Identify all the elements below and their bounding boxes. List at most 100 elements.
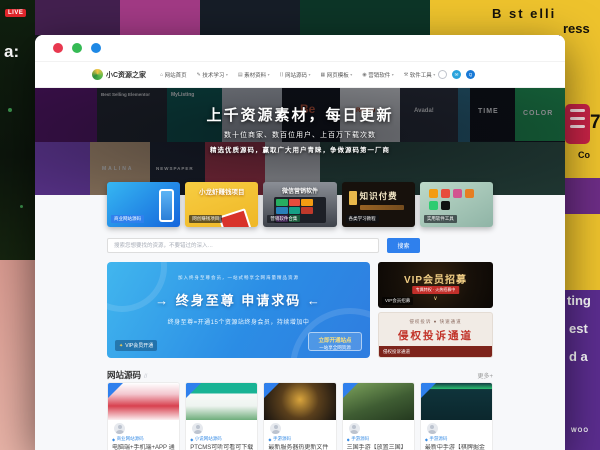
banner-card-software-tools[interactable]: 实用软件工具 [420, 182, 493, 227]
nav-item-marketing[interactable]: ◉ 营销软件 ▾ [362, 71, 393, 79]
bg-collage-right-bottom [560, 290, 600, 450]
product-title[interactable]: 最新中手游【棋牌掘金HS】战神VM版一键端配置版+GM后台 [425, 444, 488, 450]
hero-text-block: 上千资源素材，每日更新 数十位商家、数百位用户、上百万下载次数 精选优质源码，赢… [35, 104, 565, 154]
banner-card-knowledge-pay[interactable]: 知识付费 各类学习教程 [342, 182, 415, 227]
bg-collage-top [300, 0, 430, 35]
product-card[interactable]: ◆ 小说网站源码 PTCMS可听可看可下载的小说站源码 带自动采集和搭建视频教程 [185, 382, 258, 450]
vip-open-badge[interactable]: ✦ VIP会员开通 [115, 340, 157, 351]
product-card[interactable]: ◆ 手游源码 三国手游【放置三国】掘金系列一键端玩版合集+GM后台+架设教程 [342, 382, 415, 450]
search-button[interactable]: 搜索 [387, 238, 420, 253]
home-icon: ⌂ [160, 72, 163, 78]
nav-item-home[interactable]: ⌂ 网站首页 [160, 71, 187, 79]
product-card[interactable]: ◆ 手游源码 最新服务器热更新文件_游戏源码下载_保姆级搭建教程 [263, 382, 336, 450]
banner-label: 实用软件工具 [424, 215, 457, 223]
corner-ribbon-icon [108, 383, 123, 398]
bg-glow-dot [20, 205, 23, 208]
bg-collage-left [0, 0, 35, 260]
section-title: 网站源码 [107, 369, 141, 381]
document-icon: ▤ [238, 72, 243, 78]
product-card[interactable]: ◆ 手游源码 最新中手游【棋牌掘金HS】战神VM版一键端配置版+GM后台 [420, 382, 493, 450]
window-minimize-button[interactable] [72, 43, 82, 53]
chevron-down-icon: ▾ [309, 72, 311, 77]
nav-item-templates[interactable]: ▦ 网页模板 ▾ [321, 71, 353, 79]
target-icon: ◉ [362, 72, 366, 78]
window-close-button[interactable] [53, 43, 63, 53]
bg-text-fragment: ress [563, 21, 590, 36]
avatar [270, 423, 281, 434]
product-title[interactable]: 三国手游【放置三国】掘金系列一键端玩版合集+GM后台+架设教程 [347, 444, 410, 450]
product-category[interactable]: ◆ 手游源码 [268, 436, 331, 442]
hero-tagline: 精选优质源码，赢取广大用户青睐，争做源码第一厂商 [35, 144, 565, 154]
window-maximize-button[interactable] [91, 43, 101, 53]
complaint-card-top-text: 侵权投诉 ● 快速通道 [379, 319, 492, 325]
site-navbar: 小C资源之家 ⌂ 网站首页 ✎ 技术学习 ▾ ▤ 素材资料 ▾ ⟨⟩ 网站源码 … [35, 62, 565, 88]
pencil-icon: ✎ [197, 72, 201, 78]
chevron-down-icon: ▾ [392, 72, 394, 77]
diamond-icon: ◆ [112, 437, 115, 442]
product-category[interactable]: ◆ 手游源码 [425, 436, 488, 442]
chevron-down-icon: ▾ [350, 72, 352, 77]
chevron-down-icon: ▾ [433, 72, 435, 77]
banner-graphic [219, 208, 252, 227]
vip-recruit-card[interactable]: VIP会员招募 专属特权 · 火热招募中 ∨ VIP会员招募 [378, 262, 493, 308]
sparkle-icon: ✦ [119, 343, 123, 349]
section-more-link[interactable]: 更多+ [477, 371, 493, 380]
banner-title: 微信营销软件 [263, 186, 336, 195]
search-input[interactable] [107, 238, 379, 253]
banner-card-wechat-marketing[interactable]: 微信营销软件 营销软件合集 [263, 182, 336, 227]
bg-text-fragment: ting [567, 293, 591, 308]
bg-app-icon [565, 104, 590, 144]
nav-item-tools[interactable]: ⚒ 软件工具 ▾ [404, 71, 436, 79]
qq-icon[interactable]: Q [466, 70, 475, 79]
browser-titlebar [35, 35, 565, 62]
banner-card-crayfish-project[interactable]: 小龙虾赚钱项目 网创赚钱项目 [185, 182, 258, 227]
banner-card-website-source[interactable]: 商业网站源码 [107, 182, 180, 227]
product-thumbnail [421, 383, 492, 420]
product-category[interactable]: ◆ 手游源码 [347, 436, 410, 442]
nav-item-material[interactable]: ▤ 素材资料 ▾ [238, 71, 270, 79]
bg-collage-top [200, 0, 300, 35]
site-logo-icon [92, 69, 103, 80]
bg-collage-right [560, 0, 600, 290]
corner-ribbon-icon [264, 383, 279, 398]
avatar [427, 423, 438, 434]
vip-card-ribbon: 专属特权 · 火热招募中 [412, 286, 460, 294]
browser-window: 小C资源之家 ⌂ 网站首页 ✎ 技术学习 ▾ ▤ 素材资料 ▾ ⟨⟩ 网站源码 … [35, 35, 565, 450]
product-category[interactable]: ◆ 小说网站源码 [190, 436, 253, 442]
product-thumbnail [108, 383, 179, 420]
hero-banner: Best Selling Elementor MyListing Be ReHu… [35, 88, 565, 195]
product-grid: ◆ 商业网站源码 电脑端+手机端+APP 通用支付接口模板 小视频玩法双色模板源… [107, 382, 493, 450]
open-membership-button[interactable]: 立即开通站点 一站享全网资源 [308, 332, 362, 351]
product-title[interactable]: PTCMS可听可看可下载的小说站源码 带自动采集和搭建视频教程 [190, 444, 253, 450]
product-thumbnail [264, 383, 335, 420]
product-card[interactable]: ◆ 商业网站源码 电脑端+手机端+APP 通用支付接口模板 小视频玩法双色模板源… [107, 382, 180, 450]
mail-icon[interactable]: ✉ [452, 70, 461, 79]
vip-promo-banner[interactable]: 加入终身至尊会员，一站式畅享全网海量精品资源 → 终身至尊 申请求码 ← 终身至… [107, 262, 370, 358]
navbar-actions: ✉ Q [438, 70, 551, 79]
bg-text-fragment: Co [578, 150, 590, 160]
site-logo[interactable]: 小C资源之家 [92, 69, 146, 80]
product-thumbnail [343, 383, 414, 420]
complaint-channel-card[interactable]: 侵权投诉 ● 快速通道 侵权投诉通道 侵权投诉通道 [378, 312, 493, 358]
site-logo-text: 小C资源之家 [106, 70, 146, 80]
nav-item-source-code[interactable]: ⟨⟩ 网站源码 ▾ [280, 71, 311, 79]
banner-label: 商业网站源码 [111, 215, 144, 223]
bg-text-fragment: 7 [590, 112, 600, 134]
hero-subtitle: 数十位商家、数百位用户、上百万下载次数 [35, 130, 565, 140]
banner-graphic [349, 191, 357, 205]
diamond-icon: ◆ [347, 437, 350, 442]
nav-item-tech[interactable]: ✎ 技术学习 ▾ [197, 71, 228, 79]
product-title[interactable]: 最新服务器热更新文件_游戏源码下载_保姆级搭建教程 [268, 444, 331, 450]
promo-top-text: 加入终身至尊会员，一站式畅享全网海量精品资源 [107, 275, 370, 281]
diamond-icon: ◆ [425, 437, 428, 442]
phone-graphic [159, 189, 174, 222]
bg-glow-dot [8, 108, 12, 112]
product-title[interactable]: 电脑端+手机端+APP 通用支付接口模板 小视频玩法双色模板源码 [112, 444, 175, 450]
user-avatar-icon[interactable] [438, 70, 447, 79]
banner-carousel: 商业网站源码 小龙虾赚钱项目 网创赚钱项目 微信营销软件 营销软件合集 知识付费… [107, 182, 493, 227]
bg-collage-left-bottom [0, 260, 35, 450]
product-thumbnail [186, 383, 257, 420]
product-category[interactable]: ◆ 商业网站源码 [112, 436, 175, 442]
bg-text-fragment: B st elli [492, 6, 556, 21]
avatar [114, 423, 125, 434]
